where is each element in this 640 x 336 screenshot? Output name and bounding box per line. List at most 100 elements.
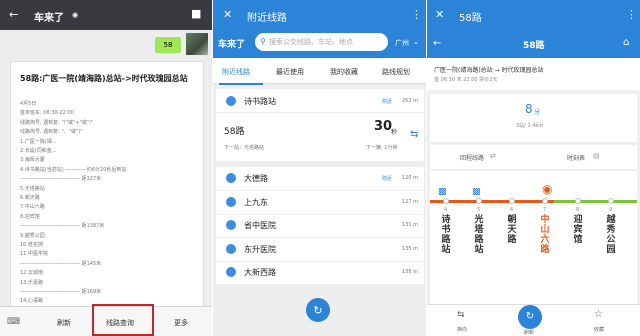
back-arrow-icon[interactable]: ←	[433, 38, 441, 49]
wait-card: 8 分 3站/ 1.4km	[430, 94, 637, 142]
message-line: 11.中医学院	[20, 251, 48, 258]
route-hours: 首 06:30 末 22:00 票价2元	[434, 77, 498, 83]
swap-icon: ⇄	[490, 152, 496, 160]
more-vertical-icon[interactable]: ⋮	[626, 9, 637, 20]
next-stop: 下一站：光塔路站	[224, 145, 265, 151]
station-number: 8	[576, 207, 580, 213]
stop-row[interactable]: 大德路 附近 120 m	[216, 168, 424, 191]
back-arrow-icon[interactable]: ←	[9, 9, 18, 20]
return-route-link[interactable]: 回程线路	[460, 153, 484, 162]
chat-title: 车来了	[34, 13, 64, 24]
message-line: 9.越秀公园	[20, 232, 45, 239]
message-line: ———————————— 距1387米	[20, 223, 105, 230]
nearby-titlebar: ✕ 附近线路 ⋮	[213, 0, 426, 30]
nav-favorite[interactable]: 收藏	[594, 326, 604, 333]
stop-name: 大德路	[244, 174, 268, 183]
stop-card[interactable]: 诗书路站 附近 252 m 58路 30 秒 ⇆ 下一站：光塔路站 下一辆: 1…	[216, 89, 424, 161]
bus-stop-icon	[226, 173, 236, 183]
nav-reverse[interactable]: 换向	[457, 326, 467, 333]
sent-message: 58	[155, 37, 181, 53]
station-name[interactable]: 迎宾馆	[572, 215, 584, 245]
reverse-icon[interactable]: ⇆	[457, 310, 465, 320]
chevron-down-icon[interactable]: ⌄	[413, 38, 419, 46]
timetable-link[interactable]: 时刻表	[567, 153, 585, 162]
stop-row[interactable]: 大新西路 138 m	[216, 262, 424, 285]
next-bus: 下一辆: 1分钟	[366, 145, 398, 151]
current-location-icon: ◉	[542, 182, 553, 196]
stop-row[interactable]: 上九东 127 m	[216, 192, 424, 215]
message-title: 58路:广医一院(靖海路)总站->时代玫瑰园总站	[20, 74, 188, 83]
station-number: 6	[510, 207, 514, 213]
bottom-nav: ⇆ 换向 ↻ 刷新 ☆ 收藏	[427, 304, 640, 336]
close-icon[interactable]: ✕	[223, 9, 232, 20]
station-name[interactable]: 中山六路	[539, 215, 551, 255]
route-info: 广医一院(靖海路)总站 → 时代玫瑰园总站 首 06:30 末 22:00 票价…	[427, 58, 640, 90]
more-vertical-icon[interactable]: ⋮	[411, 9, 422, 20]
nearby-title: 附近线路	[247, 13, 287, 24]
tab-bar: 附近线路 最近使用 我的收藏 路线规划	[213, 58, 426, 84]
search-icon: ⚲	[260, 37, 266, 46]
route-line	[430, 200, 637, 203]
message-line: 线路简号, 遇到复: "、"或")"	[20, 129, 83, 136]
message-line: 13.乐嘉路	[20, 279, 43, 286]
more-menu-button[interactable]: 更多	[174, 318, 188, 328]
station-dot	[608, 198, 614, 204]
message-line: 线路简号, 遇到复: "!"或"+"或"!"	[20, 119, 94, 126]
station-dot	[443, 198, 449, 204]
bus-icon: ▩	[438, 187, 447, 197]
stop-name: 诗书路站	[244, 97, 276, 106]
chat-panel: ← 车来了 ◉ ■ 58 58路:广医一院(靖海路)总站->时代玫瑰园总站 4月…	[0, 0, 212, 336]
stop-name: 省中医院	[244, 221, 276, 230]
close-icon[interactable]: ✕	[435, 9, 444, 20]
profile-icon[interactable]: ■	[191, 8, 201, 19]
tab-nearby[interactable]: 附近线路	[222, 67, 250, 77]
station-dot	[509, 198, 515, 204]
stop-row[interactable]: 东升医院 135 m	[216, 239, 424, 262]
star-icon[interactable]: ☆	[594, 309, 603, 320]
station-name[interactable]: 诗书路站	[440, 215, 452, 255]
nav-refresh[interactable]: 刷新	[524, 329, 534, 336]
bus-stop-icon	[226, 243, 236, 254]
refresh-button[interactable]: ↻	[306, 298, 330, 322]
message-line: 8.迎宾馆	[20, 213, 40, 220]
highlight-box	[92, 304, 154, 336]
bus-icon: ▩	[472, 187, 481, 197]
message-line: 12.云城南	[20, 270, 43, 277]
station-dot	[542, 198, 548, 204]
route-heading: 58路	[523, 41, 545, 51]
route-name: 58路	[224, 127, 245, 137]
stop-name: 大新西路	[244, 268, 276, 277]
station-number: 4	[444, 207, 448, 213]
route-title: 58路	[459, 13, 482, 24]
message-line: ———————————— 距145米	[20, 260, 102, 267]
switch-direction-icon[interactable]: ⇆	[410, 129, 418, 140]
refresh-icon[interactable]: ↻	[518, 305, 542, 329]
wait-unit: 分	[534, 109, 541, 116]
nearby-routes-panel: ✕ 附近线路 ⋮ 车来了 广州 ⌄ ⚲ 搜索公交线路、车站、地点 附近线路 最近…	[213, 0, 426, 336]
stop-distance: 138 m	[402, 269, 419, 275]
city-select[interactable]: 广州	[395, 38, 409, 48]
station-name[interactable]: 越秀公园	[605, 215, 617, 255]
keyboard-icon[interactable]: ⌨	[7, 317, 20, 327]
message-line: 6.朝天路	[20, 195, 40, 201]
stop-row[interactable]: 省中医院 131 m	[216, 215, 424, 238]
tab-route-plan[interactable]: 路线规划	[382, 67, 410, 77]
message-line: 14.心语路	[20, 298, 43, 305]
route-titlebar: ✕ 58路 ⋮	[427, 0, 640, 30]
station-name[interactable]: 光塔路站	[473, 215, 485, 255]
tab-favorites[interactable]: 我的收藏	[330, 67, 358, 77]
mute-icon: ◉	[72, 11, 79, 19]
home-icon[interactable]: ⌂	[623, 37, 629, 48]
tab-recent[interactable]: 最近使用	[276, 67, 304, 77]
app-logo: 车来了	[218, 40, 246, 50]
tab-underline	[219, 83, 263, 85]
route-direction: 广医一院(靖海路)总站 → 时代玫瑰园总站	[434, 67, 544, 74]
avatar[interactable]	[186, 33, 208, 55]
search-input[interactable]: ⚲ 搜索公交线路、车站、地点	[255, 33, 388, 51]
refresh-menu-button[interactable]: 刷新	[57, 318, 71, 328]
route-header: ← 58路 ⌂	[427, 30, 640, 58]
message-line: 1.广医一院(靖...	[20, 138, 57, 145]
station-name[interactable]: 朝天路	[506, 215, 518, 245]
station-dot	[476, 198, 482, 204]
message-line: 10.桂花岗	[20, 242, 43, 248]
